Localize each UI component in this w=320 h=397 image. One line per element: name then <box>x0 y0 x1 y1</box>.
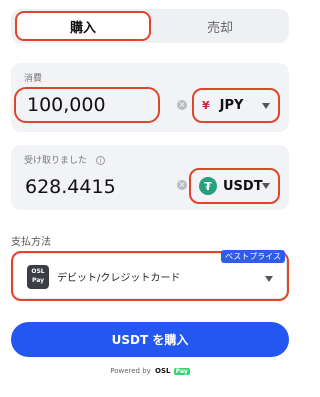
receive-amount: 628.4415 <box>25 176 116 198</box>
payment-method-label: 支払方法 <box>11 237 51 248</box>
spend-currency-code: JPY <box>219 98 244 113</box>
payment-method-name: デビット/クレジットカード <box>57 273 181 284</box>
buy-sell-tabs: 購入 売却 <box>11 9 289 43</box>
receive-label-row: 受け取りました i <box>24 153 105 166</box>
clear-icon[interactable]: × <box>177 100 187 110</box>
receive-currency-select[interactable]: ₮ USDT <box>189 168 280 204</box>
tab-buy[interactable]: 購入 <box>15 11 151 41</box>
tab-sell[interactable]: 売却 <box>153 11 287 41</box>
osl-logo-text: OSL <box>31 268 45 275</box>
tether-icon: ₮ <box>199 177 217 195</box>
payment-method-select[interactable]: ベストプライス OSL Pay デビット/クレジットカード <box>11 250 289 301</box>
spend-label: 消費 <box>24 74 43 84</box>
spend-amount-input[interactable]: 100,000 <box>14 87 160 123</box>
pay-brand-badge: Pay <box>173 368 190 375</box>
chevron-down-icon <box>262 183 270 189</box>
spend-currency-select[interactable]: ¥ JPY <box>192 88 280 123</box>
receive-label: 受け取りました <box>24 156 88 166</box>
chevron-down-icon <box>262 102 270 109</box>
chevron-down-icon <box>265 276 273 282</box>
powered-by-footer: Powered by OSL Pay <box>0 367 300 375</box>
best-price-badge: ベストプライス <box>221 250 285 263</box>
yen-icon: ¥ <box>202 99 210 112</box>
osl-pay-logo: OSL Pay <box>27 265 49 289</box>
buy-usdt-button[interactable]: USDT を購入 <box>11 322 289 357</box>
powered-by-text: Powered by <box>110 367 151 375</box>
info-icon[interactable]: i <box>95 156 105 165</box>
osl-brand: OSL <box>155 367 171 375</box>
pay-logo-text: Pay <box>31 277 44 284</box>
receive-currency-code: USDT <box>223 178 263 194</box>
clear-icon[interactable]: × <box>177 180 187 190</box>
